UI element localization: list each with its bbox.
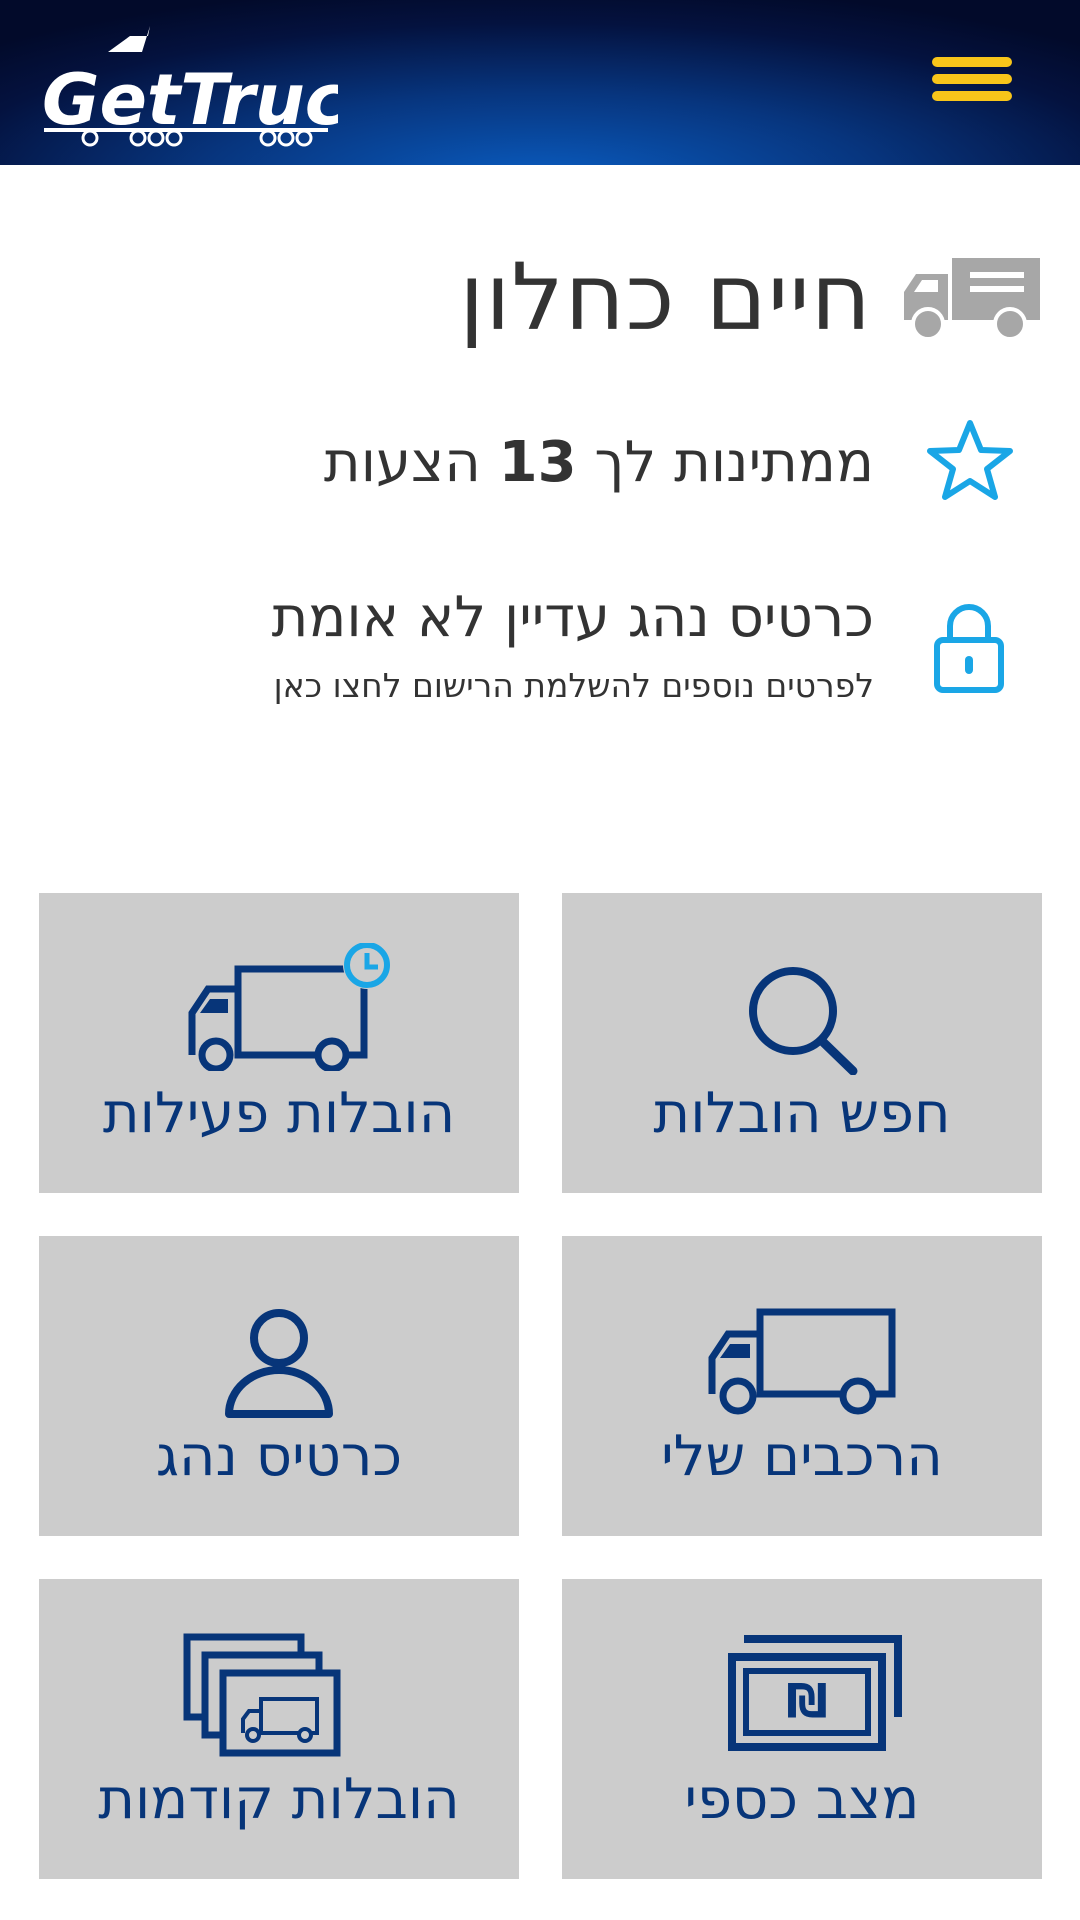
tile-driver-card[interactable]: כרטיס נהג xyxy=(39,1236,519,1536)
user-icon xyxy=(225,1309,333,1418)
tile-label: הובלות קודמות xyxy=(98,1767,460,1832)
svg-text:₪: ₪ xyxy=(786,1674,828,1728)
driver-card-hint-link[interactable]: לפרטים נוספים להשלמת הרישום לחצו כאן xyxy=(274,664,874,708)
lock-icon xyxy=(934,604,1004,693)
truck-icon xyxy=(904,258,1040,340)
star-icon xyxy=(927,420,1013,500)
tile-label: מצב כספי xyxy=(684,1767,920,1832)
tile-label: חפש הובלות xyxy=(653,1081,951,1146)
offers-prefix: ממתינות לך xyxy=(594,430,874,495)
tile-my-vehicles[interactable]: הרכבים שלי xyxy=(562,1236,1042,1536)
tile-label: הובלות פעילות xyxy=(102,1081,456,1146)
tile-previous-shipments[interactable]: הובלות קודמות xyxy=(39,1579,519,1879)
pending-offers-text[interactable]: ממתינות לך 13 הצעות xyxy=(324,428,874,498)
tile-label: כרטיס נהג xyxy=(155,1424,403,1489)
offers-suffix: הצעות xyxy=(323,430,481,495)
tile-label: הרכבים שלי xyxy=(661,1424,943,1489)
stacked-truck-cards-icon xyxy=(183,1633,341,1757)
tile-financial-status[interactable]: ₪ מצב כספי xyxy=(562,1579,1042,1879)
hamburger-menu-icon[interactable] xyxy=(926,50,1012,112)
truck-clock-icon xyxy=(188,943,391,1071)
driver-card-status[interactable]: כרטיס נהג עדיין לא אומת xyxy=(272,583,874,653)
driver-name: חיים כחלון xyxy=(459,244,872,351)
app-header: GetTruck xyxy=(0,0,1080,165)
gettruck-logo[interactable]: GetTruck xyxy=(38,18,338,148)
tile-search-shipments[interactable]: חפש הובלות xyxy=(562,893,1042,1193)
search-icon xyxy=(749,967,858,1075)
truck-icon xyxy=(708,1308,896,1415)
offers-count: 13 xyxy=(498,430,577,495)
tile-active-shipments[interactable]: הובלות פעילות xyxy=(39,893,519,1193)
shekel-bills-icon: ₪ xyxy=(728,1635,902,1751)
